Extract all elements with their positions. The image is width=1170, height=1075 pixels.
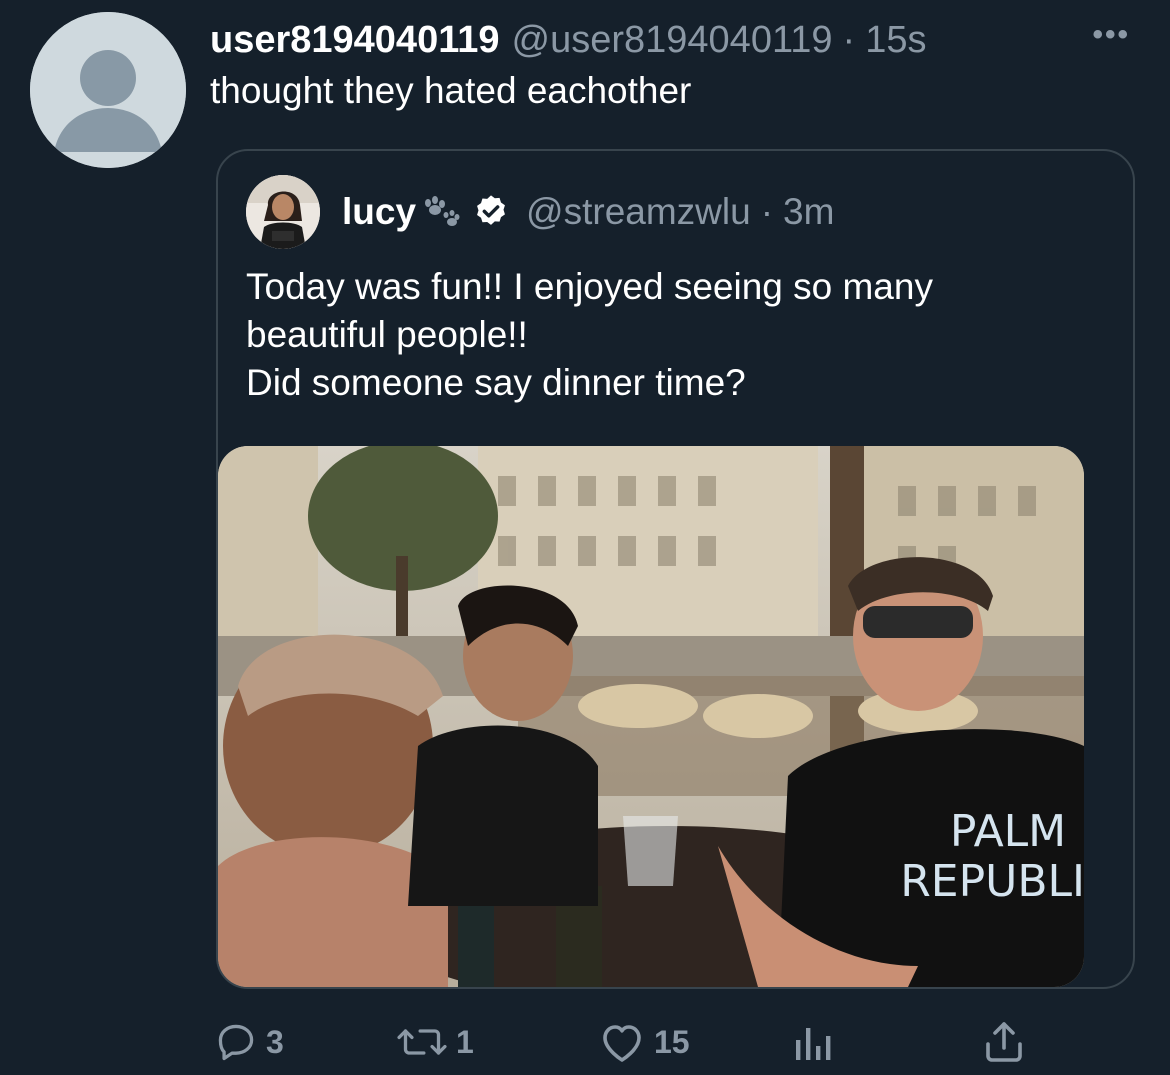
- quoted-tweet-header: lucy @streamzwlu · 3m: [342, 189, 834, 235]
- reply-icon: [214, 1020, 258, 1064]
- paw-prints-icon: [420, 195, 462, 229]
- shirt-text-line2: REPUBLIC: [900, 856, 1084, 907]
- reply-button[interactable]: 3: [214, 1020, 284, 1064]
- quoted-text-line: Did someone say dinner time?: [246, 362, 746, 403]
- separator-dot: ·: [842, 19, 856, 61]
- analytics-button[interactable]: [794, 1020, 834, 1064]
- analytics-icon: [794, 1020, 834, 1064]
- tweet-header: user8194040119 @user8194040119 · 15s: [210, 18, 1130, 62]
- quoted-tweet-timestamp[interactable]: 3m: [783, 189, 834, 235]
- quoted-tweet-card[interactable]: lucy @streamzwlu · 3m Today was fun!! I …: [216, 149, 1135, 989]
- like-count: 15: [654, 1023, 690, 1060]
- reply-count: 3: [266, 1023, 284, 1060]
- more-horizontal-icon: •••: [1092, 18, 1130, 51]
- default-profile-icon: [30, 12, 186, 168]
- quoted-display-name[interactable]: lucy: [342, 189, 416, 235]
- tweet-actions-bar: 3 1 15: [0, 1010, 1170, 1070]
- tweet-timestamp[interactable]: 15s: [865, 18, 926, 62]
- retweet-icon: [396, 1020, 448, 1064]
- more-options-button[interactable]: •••: [1092, 18, 1130, 52]
- shirt-text-line1: PALM: [950, 806, 1066, 857]
- separator-dot: ·: [760, 191, 774, 232]
- quoted-tweet-text: Today was fun!! I enjoyed seeing so many…: [246, 263, 1106, 407]
- retweet-count: 1: [456, 1023, 474, 1060]
- quoted-text-line: beautiful people!!: [246, 314, 528, 355]
- quoted-tweet-photo[interactable]: PALM REPUBLIC: [218, 446, 1084, 987]
- user-avatar[interactable]: [30, 12, 186, 168]
- display-name[interactable]: user8194040119: [210, 18, 500, 62]
- tweet-text: thought they hated eachother: [210, 70, 692, 111]
- retweet-button[interactable]: 1: [396, 1020, 474, 1064]
- share-icon: [984, 1020, 1024, 1064]
- user-handle[interactable]: @user8194040119: [512, 18, 833, 62]
- profile-photo: [246, 175, 320, 249]
- photo-image: PALM REPUBLIC: [218, 446, 1084, 987]
- share-button[interactable]: [984, 1020, 1024, 1064]
- like-button[interactable]: 15: [598, 1020, 690, 1064]
- quoted-user-avatar[interactable]: [246, 175, 320, 249]
- verified-badge-icon: [472, 193, 510, 231]
- heart-icon: [598, 1020, 646, 1064]
- quoted-text-line: Today was fun!! I enjoyed seeing so many: [246, 266, 933, 307]
- quoted-user-handle[interactable]: @streamzwlu: [526, 189, 751, 235]
